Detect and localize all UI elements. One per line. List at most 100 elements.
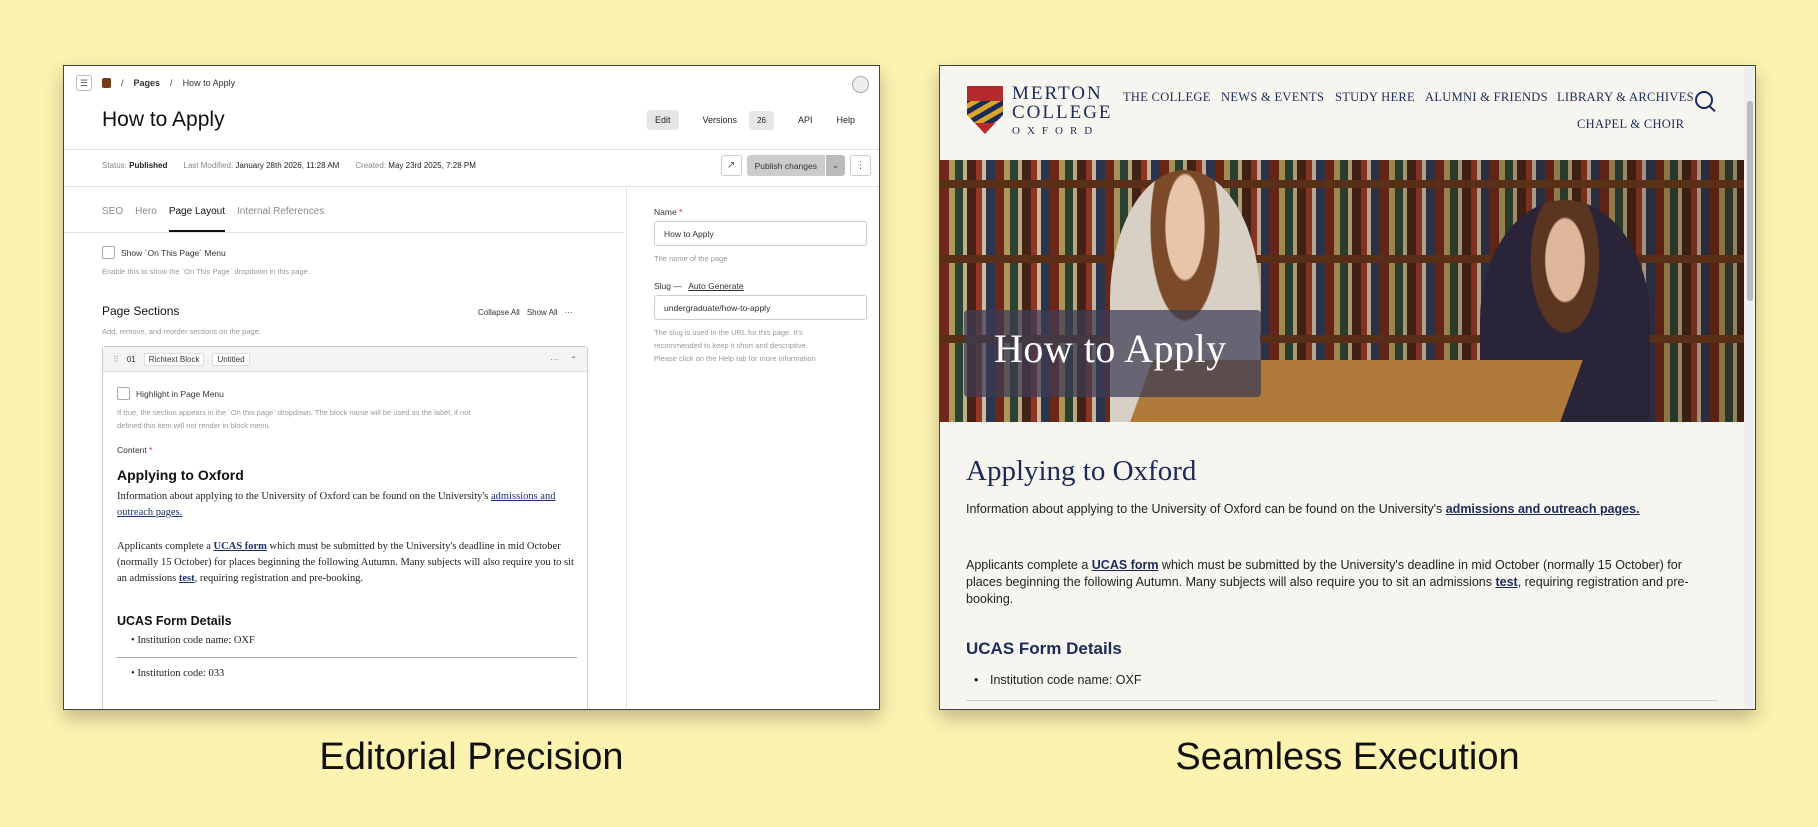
block-header[interactable]: ⠿ 01 Richtext Block Untitled ··· ⌃ bbox=[103, 347, 587, 372]
created-meta: Created: May 23rd 2025, 7:28 PM bbox=[355, 161, 476, 170]
block-type-tag: Richtext Block bbox=[143, 352, 205, 366]
block-more-icon[interactable]: ··· bbox=[550, 355, 558, 364]
modified-meta: Last Modified: January 28th 2026, 11:28 … bbox=[183, 161, 339, 170]
slug-hint-line: recommended to keep it short and descrip… bbox=[654, 341, 808, 350]
divider bbox=[64, 232, 624, 233]
hero-image: How to Apply bbox=[940, 160, 1744, 422]
college-logo-wordmark[interactable]: MERTON COLLEGE OXFORD bbox=[1012, 84, 1113, 141]
user-avatar[interactable] bbox=[852, 76, 869, 93]
section-actions: Collapse All Show All ··· bbox=[478, 308, 573, 317]
on-this-page-checkbox[interactable] bbox=[102, 246, 115, 259]
edit-tab[interactable]: Edit bbox=[647, 110, 679, 130]
open-external-icon[interactable]: ↗ bbox=[720, 155, 742, 176]
nav-the-college[interactable]: THE COLLEGE bbox=[1123, 90, 1211, 105]
list-item: • Institution code: 033 bbox=[131, 668, 225, 679]
on-this-page-toggle[interactable]: Show `On This Page` Menu bbox=[102, 246, 226, 259]
versions-count-badge: 26 bbox=[749, 111, 774, 130]
cms-editor-window: ☰ / Pages / How to Apply How to Apply Ed… bbox=[63, 65, 880, 710]
nav-news-events[interactable]: NEWS & EVENTS bbox=[1221, 90, 1324, 105]
versions-label: Versions bbox=[702, 115, 738, 125]
site-header: MERTON COLLEGE OXFORD THE COLLEGE NEWS &… bbox=[940, 66, 1743, 160]
show-all-button[interactable]: Show All bbox=[527, 308, 558, 317]
on-this-page-hint: Enable this to show the `On This Page` d… bbox=[102, 267, 310, 276]
document-meta: Status: Published Last Modified: January… bbox=[102, 161, 476, 170]
slug-hint-line: Please click on the Help tab for more in… bbox=[654, 354, 816, 363]
logo-line-merton: MERTON bbox=[1012, 83, 1103, 104]
nav-library-archives[interactable]: LIBRARY & ARCHIVES bbox=[1557, 90, 1694, 105]
auto-generate-link[interactable]: Auto Generate bbox=[688, 281, 743, 291]
logo-line-oxford: OXFORD bbox=[1012, 125, 1100, 137]
page-sections-title: Page Sections bbox=[102, 304, 180, 318]
help-tab[interactable]: Help bbox=[828, 110, 863, 130]
content-paragraph-2: Applicants complete a UCAS form which mu… bbox=[117, 539, 577, 587]
modified-value: January 28th 2026, 11:28 AM bbox=[235, 161, 340, 170]
content-label: Content * bbox=[117, 445, 153, 455]
name-label: Name * bbox=[654, 207, 683, 217]
caption-execution: Seamless Execution bbox=[1175, 736, 1520, 778]
column-divider bbox=[626, 186, 627, 709]
tab-seo[interactable]: SEO bbox=[102, 206, 123, 232]
highlight-label: Highlight in Page Menu bbox=[136, 388, 224, 399]
status-value: Published bbox=[129, 161, 168, 170]
more-horizontal-icon[interactable]: ··· bbox=[565, 308, 573, 317]
published-site-window: MERTON COLLEGE OXFORD THE COLLEGE NEWS &… bbox=[939, 65, 1756, 710]
breadcrumb: ☰ / Pages / How to Apply bbox=[76, 75, 235, 91]
tab-hero[interactable]: Hero bbox=[135, 206, 157, 232]
bookshelf-plank bbox=[940, 180, 1744, 188]
horizontal-rule bbox=[117, 657, 577, 658]
test-link[interactable]: test bbox=[179, 573, 195, 584]
ucas-form-link[interactable]: UCAS form bbox=[214, 541, 267, 552]
name-input[interactable]: How to Apply bbox=[654, 221, 867, 246]
publish-changes-button[interactable]: Publish changes bbox=[746, 155, 825, 176]
chevron-down-icon[interactable]: ⌄ bbox=[826, 155, 845, 176]
api-tab[interactable]: API bbox=[790, 110, 821, 130]
menu-icon[interactable]: ☰ bbox=[76, 75, 92, 91]
breadcrumb-pages-link[interactable]: Pages bbox=[134, 78, 161, 88]
breadcrumb-separator: / bbox=[121, 78, 124, 88]
drag-handle-icon[interactable]: ⠿ bbox=[113, 355, 119, 364]
paragraph-text: Applicants complete a bbox=[966, 558, 1092, 572]
slug-label-text: Slug bbox=[654, 281, 672, 291]
name-label-text: Name bbox=[654, 207, 677, 217]
college-crest-icon[interactable] bbox=[967, 86, 1003, 134]
test-link[interactable]: test bbox=[1495, 575, 1517, 589]
block-index: 01 bbox=[126, 354, 136, 364]
richtext-editor[interactable]: Applying to Oxford Information about app… bbox=[117, 467, 577, 682]
page-title: How to Apply bbox=[102, 108, 225, 131]
slug-input[interactable]: undergraduate/how-to-apply bbox=[654, 295, 867, 320]
scrollbar-thumb[interactable] bbox=[1747, 101, 1753, 301]
highlight-toggle[interactable]: Highlight in Page Menu bbox=[117, 387, 224, 400]
nav-alumni-friends[interactable]: ALUMNI & FRIENDS bbox=[1425, 90, 1548, 105]
hero-title: How to Apply bbox=[994, 326, 1227, 371]
nav-study-here[interactable]: STUDY HERE bbox=[1335, 90, 1415, 105]
search-icon[interactable] bbox=[1695, 91, 1713, 109]
site-subheading: UCAS Form Details bbox=[966, 639, 1122, 658]
on-this-page-label: Show `On This Page` Menu bbox=[121, 247, 226, 258]
page-sections-subtitle: Add, remove, and reorder sections on the… bbox=[102, 327, 261, 336]
highlight-hint-line: defined this item will not render in blo… bbox=[117, 421, 271, 430]
more-vertical-icon[interactable]: ⋮ bbox=[850, 155, 871, 176]
list-item-text: Institution code: 033 bbox=[137, 668, 225, 679]
paragraph-text: , requiring registration and pre-booking… bbox=[194, 573, 364, 584]
college-logo-icon[interactable] bbox=[102, 78, 111, 88]
collapse-all-button[interactable]: Collapse All bbox=[478, 308, 520, 317]
versions-tab[interactable]: Versions 26 bbox=[687, 110, 782, 130]
tab-internal-references[interactable]: Internal References bbox=[237, 206, 324, 232]
content-paragraph-1: Information about applying to the Univer… bbox=[117, 489, 577, 521]
publish-toolbar: ↗ Publish changes ⌄ ⋮ bbox=[720, 155, 871, 176]
site-paragraph-2: Applicants complete a UCAS form which mu… bbox=[966, 557, 1706, 608]
status-label: Status: bbox=[102, 161, 127, 170]
list-item-text: Institution code name: OXF bbox=[137, 635, 255, 646]
highlight-checkbox[interactable] bbox=[117, 387, 130, 400]
admissions-link[interactable]: admissions and outreach pages. bbox=[1446, 502, 1640, 516]
content-subheading: UCAS Form Details bbox=[117, 614, 232, 628]
nav-chapel-choir[interactable]: CHAPEL & CHOIR bbox=[1577, 117, 1684, 132]
ucas-form-link[interactable]: UCAS form bbox=[1092, 558, 1159, 572]
chevron-up-icon[interactable]: ⌃ bbox=[570, 355, 577, 364]
highlight-hint: If true, the section appears in the `On … bbox=[117, 406, 470, 432]
breadcrumb-current-page: How to Apply bbox=[182, 78, 236, 88]
status-meta: Status: Published bbox=[102, 161, 167, 170]
tab-page-layout[interactable]: Page Layout bbox=[168, 206, 225, 232]
site-heading: Applying to Oxford bbox=[966, 455, 1197, 487]
caption-editorial: Editorial Precision bbox=[319, 736, 624, 778]
